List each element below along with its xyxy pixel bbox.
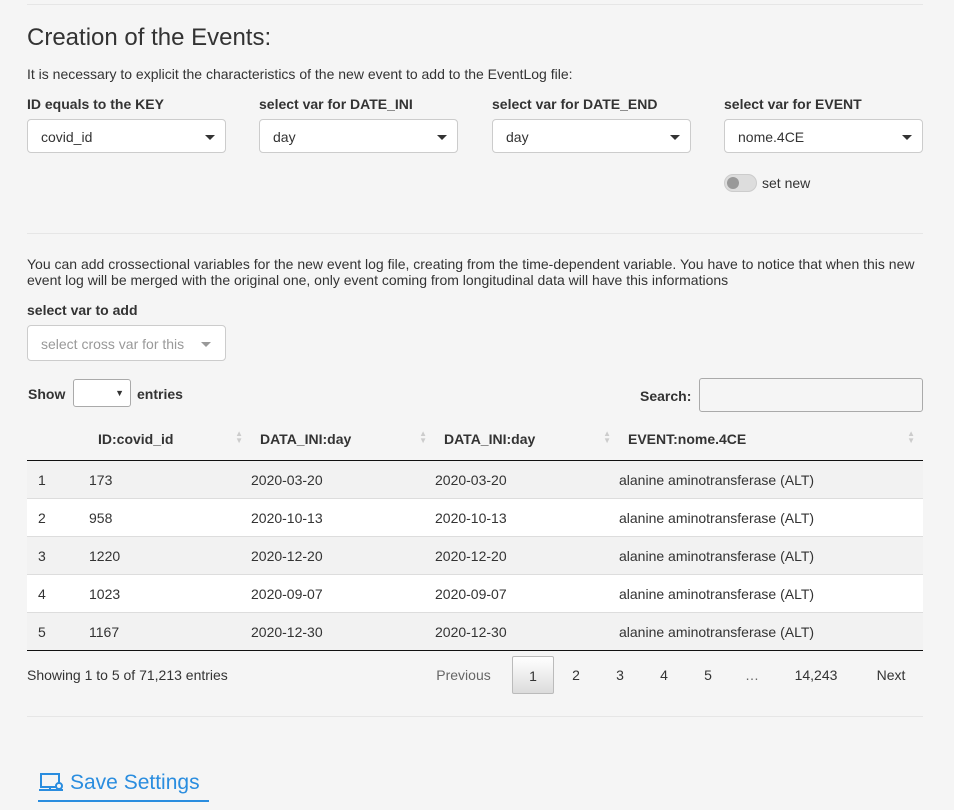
date-end-select-value: day xyxy=(506,129,529,145)
table-row[interactable]: 4 1023 2020-09-07 2020-09-07 alanine ami… xyxy=(27,574,923,613)
pagination-page-last[interactable]: 14,243 xyxy=(782,656,850,694)
date-end-select[interactable]: day xyxy=(492,119,691,153)
table-info: Showing 1 to 5 of 71,213 entries xyxy=(27,667,228,683)
cell-date-end: 2020-09-07 xyxy=(435,574,619,613)
cell-event: alanine aminotransferase (ALT) xyxy=(619,471,815,488)
date-ini-select[interactable]: day xyxy=(259,119,458,153)
save-settings-button[interactable]: Save Settings xyxy=(38,766,209,802)
save-settings-icon xyxy=(39,773,63,791)
cell-date-end: 2020-12-30 xyxy=(435,612,619,651)
chevron-down-icon: ▼ xyxy=(115,388,124,398)
key-select-value: covid_id xyxy=(41,129,93,145)
col-header-date-ini[interactable]: DATA_INI:day ▲ ▼ xyxy=(251,418,435,461)
sort-icon: ▲ ▼ xyxy=(235,429,243,445)
entries-length-select[interactable]: ▼ xyxy=(73,379,131,407)
cell-date-ini: 2020-03-20 xyxy=(251,471,323,488)
event-select[interactable]: nome.4CE xyxy=(724,119,923,153)
cell-date-end: 2020-03-20 xyxy=(435,471,507,488)
cross-var-select[interactable]: select cross var for this xyxy=(27,325,226,361)
cell-index: 4 xyxy=(27,574,89,613)
cell-index: 5 xyxy=(27,612,89,651)
col-header-date-ini-2[interactable]: DATA_INI:day ▲ ▼ xyxy=(435,418,619,461)
pagination-page-1[interactable]: 1 xyxy=(512,656,554,694)
cross-select-label: select var to add xyxy=(27,302,138,318)
key-select[interactable]: covid_id xyxy=(27,119,226,153)
page-title: Creation of the Events: xyxy=(27,24,272,51)
date-end-select-label: select var for DATE_END xyxy=(492,96,658,112)
table-row[interactable]: 3 1220 2020-12-20 2020-12-20 alanine ami… xyxy=(27,536,923,575)
save-settings-label: Save Settings xyxy=(70,771,200,794)
chevron-down-icon xyxy=(902,135,912,140)
sort-icon: ▲ ▼ xyxy=(603,429,611,445)
table-header-row: ID:covid_id ▲ ▼ DATA_INI:day ▲ ▼ DATA_INI:da… xyxy=(27,418,923,461)
intro-text: It is necessary to explicit the characte… xyxy=(27,66,573,82)
sort-icon: ▲ ▼ xyxy=(907,429,915,445)
cell-event: alanine aminotransferase (ALT) xyxy=(619,536,923,575)
date-ini-select-value: day xyxy=(273,129,296,145)
cell-event: alanine aminotransferase (ALT) xyxy=(619,498,923,537)
cell-id: 173 xyxy=(89,471,113,488)
event-select-label: select var for EVENT xyxy=(724,96,862,112)
col-header-event[interactable]: EVENT:nome.4CE ▲ ▼ xyxy=(619,418,923,461)
pagination-page-3[interactable]: 3 xyxy=(600,656,640,694)
cell-event: alanine aminotransferase (ALT) xyxy=(619,574,923,613)
cell-index: 2 xyxy=(27,498,89,537)
cell-date-ini: 2020-12-20 xyxy=(251,536,435,575)
cell-index: 1 xyxy=(38,471,46,488)
date-end-select-group: select var for DATE_END day xyxy=(492,95,691,153)
bottom-divider xyxy=(27,716,923,717)
col-header-index xyxy=(27,418,89,461)
chevron-down-icon xyxy=(205,135,215,140)
events-table: ID:covid_id ▲ ▼ DATA_INI:day ▲ ▼ DATA_INI:da… xyxy=(27,418,923,651)
chevron-down-icon xyxy=(201,342,211,347)
cross-var-placeholder: select cross var for this xyxy=(41,336,185,352)
toggle-knob xyxy=(727,177,739,189)
search-label: Search: xyxy=(640,388,692,404)
table-row[interactable]: 5 1167 2020-12-30 2020-12-30 alanine ami… xyxy=(27,612,923,651)
cell-id: 1023 xyxy=(89,574,251,613)
search-input[interactable] xyxy=(699,378,923,412)
set-new-toggle[interactable] xyxy=(724,174,757,192)
set-new-label: set new xyxy=(762,175,811,191)
key-select-group: ID equals to the KEY covid_id xyxy=(27,95,226,153)
top-divider xyxy=(27,4,923,5)
pagination-page-5[interactable]: 5 xyxy=(688,656,728,694)
cell-index: 3 xyxy=(27,536,89,575)
cell-date-ini: 2020-12-30 xyxy=(251,612,435,651)
date-ini-select-label: select var for DATE_INI xyxy=(259,96,413,112)
pagination-page-2[interactable]: 2 xyxy=(556,656,596,694)
sort-icon: ▲ ▼ xyxy=(419,429,427,445)
pagination-previous[interactable]: Previous xyxy=(425,656,502,694)
pagination-ellipsis: … xyxy=(745,667,759,683)
show-label: Show xyxy=(28,386,66,402)
table-row[interactable]: 2 958 2020-10-13 2020-10-13 alanine amin… xyxy=(27,498,923,537)
entries-label: entries xyxy=(137,386,183,402)
cell-date-end: 2020-10-13 xyxy=(435,498,619,537)
cell-id: 1220 xyxy=(89,536,251,575)
date-ini-select-group: select var for DATE_INI day xyxy=(259,95,458,153)
cell-date-ini: 2020-09-07 xyxy=(251,574,435,613)
pagination-page-4[interactable]: 4 xyxy=(644,656,684,694)
cell-date-end: 2020-12-20 xyxy=(435,536,619,575)
chevron-down-icon xyxy=(437,135,447,140)
chevron-down-icon xyxy=(670,135,680,140)
pagination-next[interactable]: Next xyxy=(862,656,920,694)
cell-date-ini: 2020-10-13 xyxy=(251,498,435,537)
event-select-value: nome.4CE xyxy=(738,129,805,145)
cross-description: You can add crossectional variables for … xyxy=(27,256,915,288)
event-select-group: select var for EVENT nome.4CE xyxy=(724,95,923,153)
table-row[interactable]: 1 173 2020-03-20 2020-03-20 alanine amin… xyxy=(27,460,923,499)
cell-id: 1167 xyxy=(89,612,251,651)
key-select-label: ID equals to the KEY xyxy=(27,96,164,112)
section-divider xyxy=(27,233,923,234)
cell-event: alanine aminotransferase (ALT) xyxy=(619,612,923,651)
col-header-id[interactable]: ID:covid_id ▲ ▼ xyxy=(89,418,251,461)
cell-id: 958 xyxy=(89,498,251,537)
